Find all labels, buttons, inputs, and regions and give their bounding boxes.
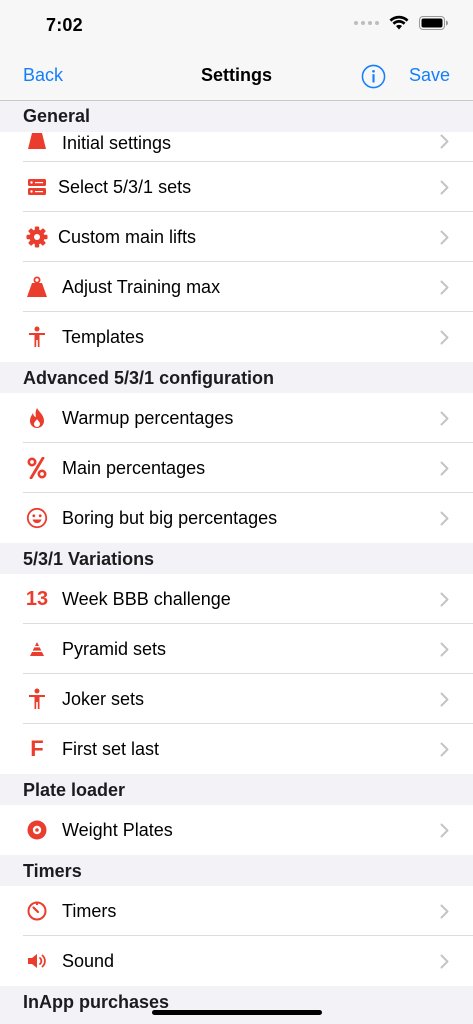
status-bar: 7:02 — [0, 0, 473, 52]
chevron-right-icon — [440, 280, 449, 294]
smiley-icon — [25, 506, 49, 530]
section-header-plate-loader: Plate loader — [0, 774, 473, 805]
status-time: 7:02 — [46, 15, 83, 35]
settings-list: General Initial settings Select 5/3/1 se… — [0, 101, 473, 1024]
row-label: Templates — [62, 326, 145, 347]
back-button[interactable]: Back — [23, 65, 63, 86]
row-label: Initial settings — [62, 133, 172, 153]
chevron-right-icon — [440, 904, 449, 918]
row-label: First set last — [62, 738, 160, 759]
row-first-set-last[interactable]: F First set last — [0, 724, 473, 774]
row-weight-plates[interactable]: Weight Plates — [0, 805, 473, 855]
chevron-right-icon — [440, 642, 449, 656]
timer-icon — [25, 899, 49, 923]
row-label: Timers — [62, 900, 117, 921]
chevron-right-icon — [440, 592, 449, 606]
section-header-timers: Timers — [0, 855, 473, 886]
save-button[interactable]: Save — [409, 65, 450, 86]
row-label: Warmup percentages — [62, 407, 234, 428]
row-label: Pyramid sets — [62, 638, 167, 659]
row-label: Custom main lifts — [58, 226, 197, 247]
weight-plate-icon — [25, 818, 49, 842]
chevron-right-icon — [440, 180, 449, 194]
home-indicator[interactable] — [152, 1010, 322, 1015]
row-label: Weight Plates — [62, 819, 173, 840]
row-label: Main percentages — [62, 457, 206, 478]
chevron-right-icon — [440, 954, 449, 968]
section-header-variations: 5/3/1 Variations — [0, 543, 473, 574]
section-header-general: General — [0, 101, 473, 132]
navigation-bar: Back Settings Save — [0, 52, 473, 101]
row-timers[interactable]: Timers — [0, 886, 473, 936]
row-sound[interactable]: Sound — [0, 936, 473, 986]
row-templates[interactable]: Templates — [0, 312, 473, 362]
kettlebell-weight-icon — [25, 275, 49, 299]
percent-icon — [25, 456, 49, 480]
fire-icon — [25, 406, 49, 430]
row-bbb-percentages[interactable]: Boring but big percentages — [0, 493, 473, 543]
row-label: Sound — [62, 950, 115, 971]
row-label: Week BBB challenge — [62, 588, 231, 609]
chevron-right-icon — [440, 330, 449, 344]
number-13-icon: 13 — [25, 587, 49, 610]
chevron-right-icon — [440, 742, 449, 756]
row-main-percentages[interactable]: Main percentages — [0, 443, 473, 493]
row-select-sets[interactable]: Select 5/3/1 sets — [0, 162, 473, 212]
person-icon — [25, 687, 49, 711]
speaker-icon — [25, 949, 49, 973]
row-joker-sets[interactable]: Joker sets — [0, 674, 473, 724]
chevron-right-icon — [440, 692, 449, 706]
row-pyramid-sets[interactable]: Pyramid sets — [0, 624, 473, 674]
chevron-right-icon — [440, 411, 449, 425]
row-label: Boring but big percentages — [62, 507, 278, 528]
chevron-right-icon — [440, 461, 449, 475]
weight-icon — [25, 132, 49, 152]
person-icon — [25, 325, 49, 349]
row-initial-settings[interactable]: Initial settings — [0, 132, 473, 162]
pyramid-icon — [25, 637, 49, 661]
chevron-right-icon — [440, 511, 449, 525]
letter-f-icon: F — [30, 736, 44, 761]
info-icon[interactable] — [361, 64, 386, 89]
server-icon — [25, 175, 49, 199]
page-title: Settings — [200, 65, 272, 85]
row-label: Joker sets — [62, 688, 145, 709]
section-header-advanced: Advanced 5/3/1 configuration — [0, 362, 473, 393]
battery-icon — [419, 15, 448, 30]
row-adjust-training-max[interactable]: Adjust Training max — [0, 262, 473, 312]
settings-screen: 7:02 Back Settings Save General Initial … — [0, 0, 473, 1024]
row-label: Select 5/3/1 sets — [58, 176, 192, 197]
status-icons — [354, 15, 449, 30]
wifi-icon — [389, 15, 409, 30]
cellular-signal-icon — [354, 20, 379, 25]
chevron-right-icon — [440, 134, 449, 149]
row-week-bbb-challenge[interactable]: 13 Week BBB challenge — [0, 574, 473, 624]
row-warmup-percentages[interactable]: Warmup percentages — [0, 393, 473, 443]
gear-icon — [25, 225, 49, 249]
chevron-right-icon — [440, 823, 449, 837]
chevron-right-icon — [440, 230, 449, 244]
row-custom-lifts[interactable]: Custom main lifts — [0, 212, 473, 262]
row-label: Adjust Training max — [62, 276, 221, 297]
